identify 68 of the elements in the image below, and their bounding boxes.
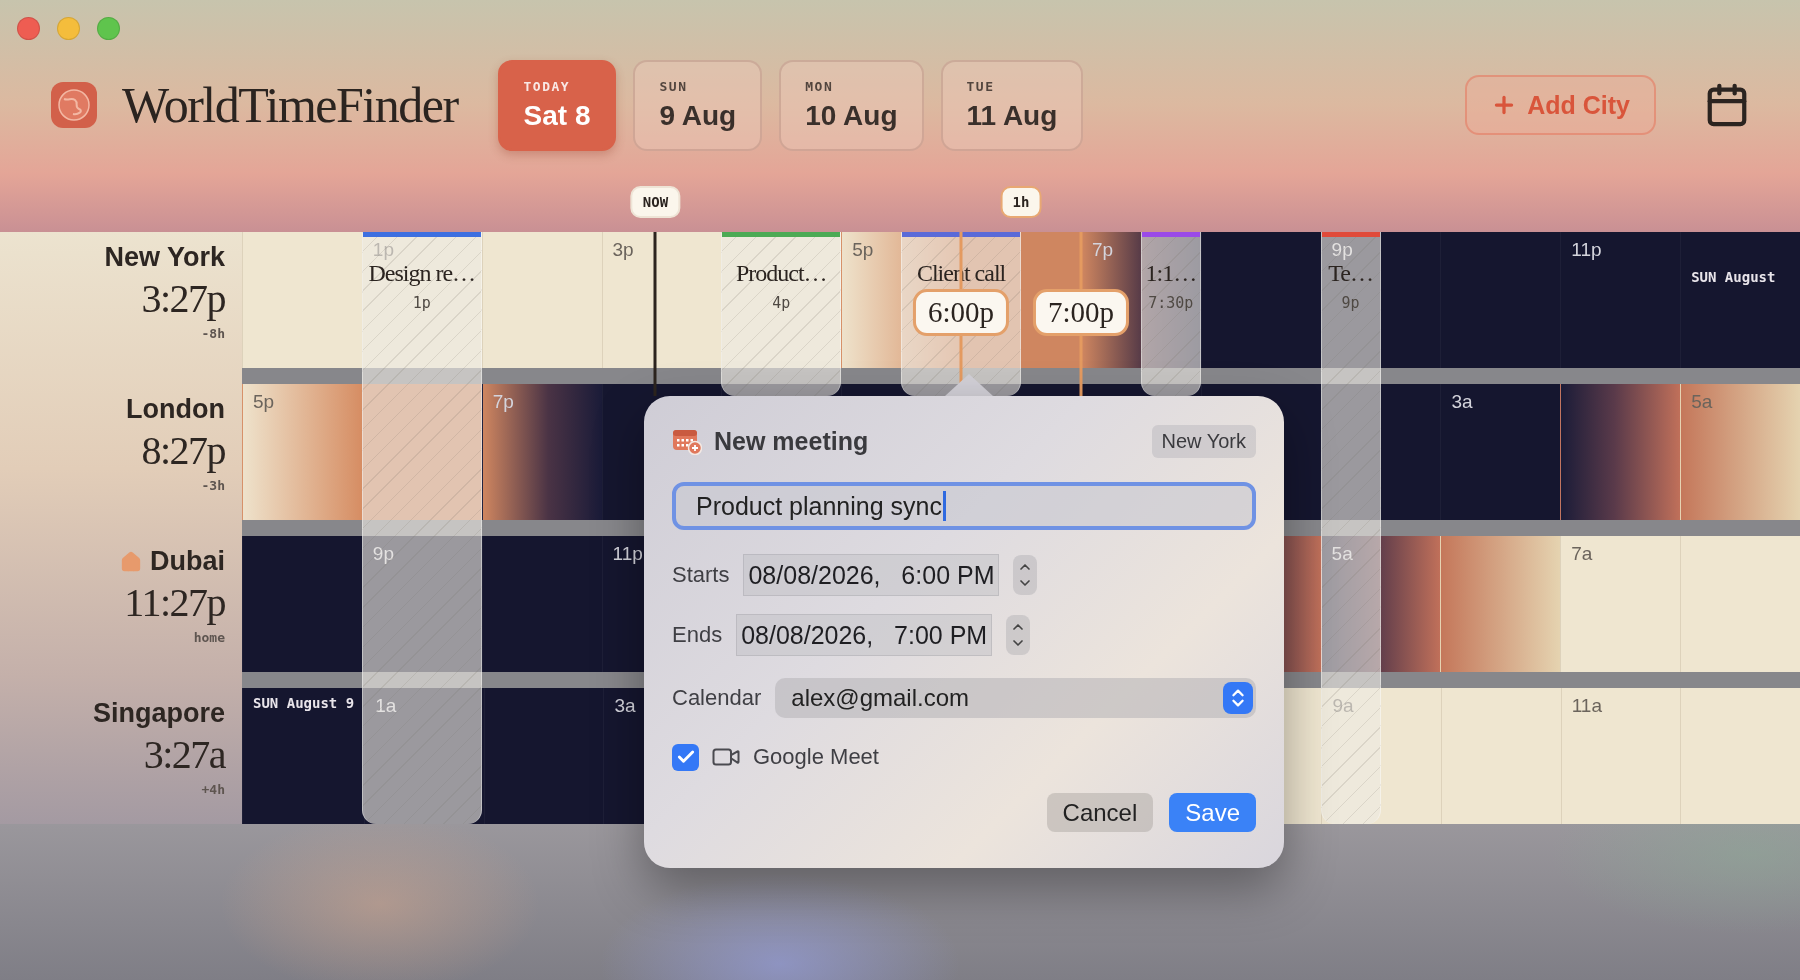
event-time: 4p (772, 294, 791, 312)
day-change-label: SUN August (1691, 269, 1776, 285)
hour-label: 5a (1331, 543, 1353, 564)
hour-label: 5a (1691, 391, 1713, 412)
save-button[interactable]: Save (1169, 793, 1256, 832)
cancel-button[interactable]: Cancel (1046, 793, 1154, 832)
hour-label: 9p (372, 543, 394, 564)
event-block[interactable]: 1:1… 7:30p (1140, 232, 1201, 396)
checkbox-label: Google Meet (753, 744, 879, 770)
utc-offset: -3h (201, 478, 225, 493)
hour-label: 3a (614, 695, 636, 716)
home-icon (120, 550, 142, 573)
event-title: 1:1… (1145, 260, 1197, 286)
day-change-label: SUN August 9 (253, 695, 355, 711)
hour-label: 7p (492, 391, 514, 412)
hour-label: 3a (1451, 391, 1473, 412)
city-name: New York (104, 242, 225, 273)
hour-label: 11p (612, 543, 643, 564)
event-time: 1p (412, 294, 431, 312)
hour-label: 7a (1571, 543, 1593, 564)
start-time-handle[interactable]: 6:00p (913, 289, 1010, 336)
hour-label: 9p (1331, 239, 1353, 260)
event-title: Product… (735, 260, 827, 286)
day-tab[interactable]: SUN 9 Aug (633, 59, 763, 151)
event-block[interactable]: Product… 4p (721, 232, 842, 396)
day-tab[interactable]: MON 10 Aug (779, 59, 924, 151)
event-title: Design re… (368, 260, 476, 286)
hour-label: 5p (852, 239, 874, 260)
hour-label: 5p (253, 391, 275, 412)
popover-title: New meeting (714, 426, 869, 456)
city-tag: New York (1151, 424, 1256, 458)
city-time: 3:27p (141, 275, 225, 322)
close-button[interactable] (17, 17, 40, 40)
city-name: Dubai (150, 546, 225, 577)
city-time: 8:27p (141, 427, 225, 474)
app-title: WorldTimeFinder (122, 76, 458, 134)
city-name: Singapore (92, 698, 225, 729)
city-name: London (126, 394, 225, 425)
day-tab[interactable]: TODAY Sat 8 (497, 59, 617, 151)
utc-offset: home (193, 630, 225, 645)
day-tab[interactable]: TUE 11 Aug (940, 59, 1084, 151)
now-badge: NOW (630, 186, 681, 218)
field-label: Ends (672, 622, 723, 648)
hour-label: 3p (612, 239, 634, 260)
checkbox[interactable] (672, 743, 699, 771)
hour-label: 11a (1571, 695, 1602, 716)
hour-label: 7p (1091, 239, 1114, 260)
stepper[interactable] (1013, 555, 1038, 595)
city-time: 11:27p (124, 579, 225, 626)
stepper[interactable] (1006, 615, 1031, 655)
duration-badge: 1h (1000, 186, 1042, 218)
meeting-name-field[interactable]: Product planning sync (672, 482, 1256, 530)
date-time-field[interactable]: 08/08/2026, 6:00 PM (743, 554, 1000, 596)
hour-label: 1a (375, 695, 397, 716)
calendar-select[interactable]: alex@gmail.com (775, 678, 1256, 718)
calendar-add-icon (672, 427, 702, 455)
field-label: Calendar (672, 685, 762, 711)
utc-offset: -8h (201, 326, 225, 341)
field-label: Starts (672, 562, 730, 588)
event-time: 7:30p (1148, 294, 1194, 312)
end-time-handle[interactable]: 7:00p (1032, 289, 1129, 336)
event-title: Te… (1328, 260, 1373, 286)
event-time: 9p (1341, 294, 1360, 312)
city-time: 3:27a (143, 731, 225, 778)
date-time-field[interactable]: 08/08/2026, 7:00 PM (736, 614, 993, 656)
globe-logo-icon (50, 81, 98, 129)
hour-label: 11p (1571, 239, 1602, 260)
utc-offset: +4h (201, 782, 225, 797)
